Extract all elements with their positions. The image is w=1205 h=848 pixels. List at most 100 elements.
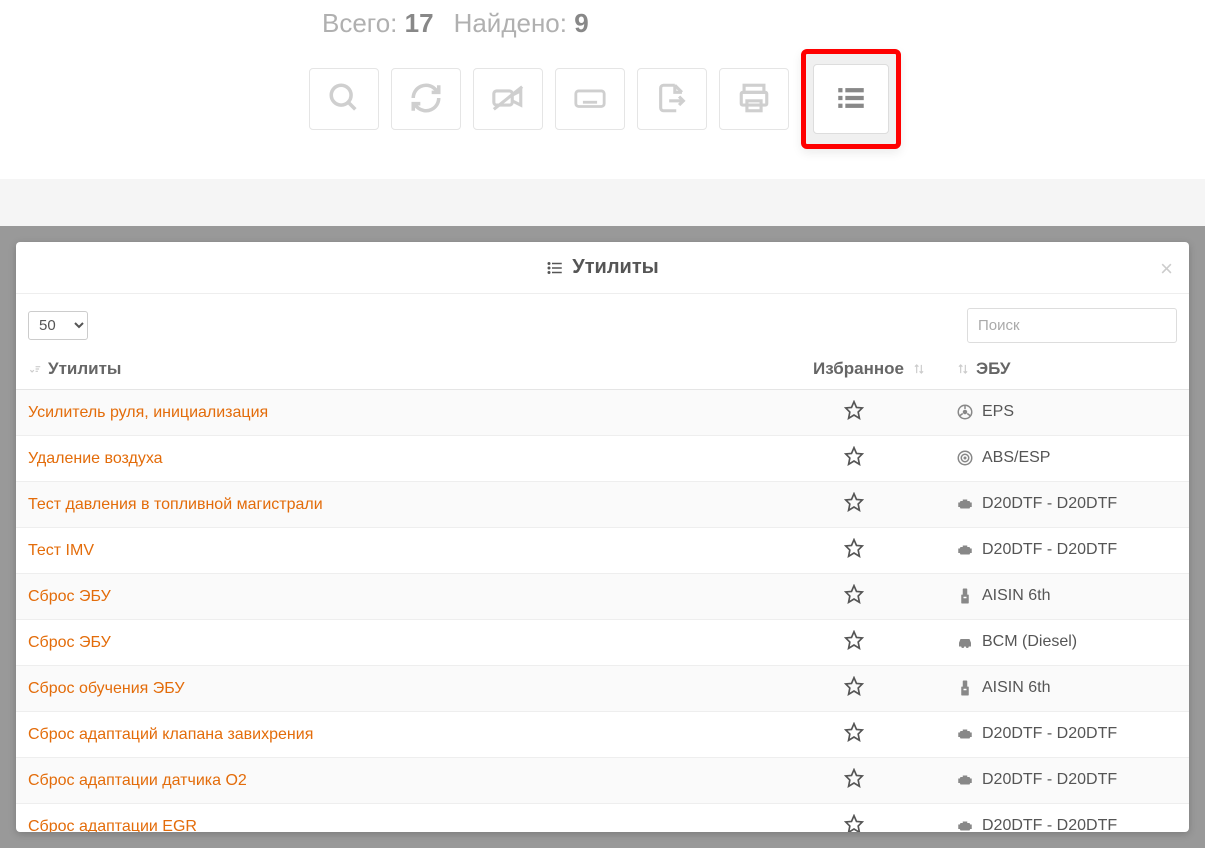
- table-body: Усилитель руля, инициализация EPS Удаление…: [16, 390, 1189, 833]
- export-button[interactable]: [637, 68, 707, 130]
- video-off-button[interactable]: [473, 68, 543, 130]
- engine-icon: [956, 725, 974, 743]
- column-header-favorite[interactable]: Избранное: [764, 353, 944, 390]
- favorite-cell: [764, 712, 944, 758]
- utility-cell: Удаление воздуха: [16, 436, 764, 482]
- page-size-select[interactable]: 102550100: [28, 311, 88, 340]
- ecu-cell: D20DTF - D20DTF: [944, 804, 1189, 833]
- star-icon[interactable]: [844, 538, 864, 558]
- search-input[interactable]: [967, 308, 1177, 343]
- utility-cell: Тест IMV: [16, 528, 764, 574]
- list-button[interactable]: [813, 64, 889, 134]
- table-header-row: Утилиты Избранное: [16, 353, 1189, 390]
- star-icon[interactable]: [844, 400, 864, 420]
- ecu-label: D20DTF - D20DTF: [982, 818, 1117, 832]
- engine-icon: [956, 817, 974, 832]
- star-icon[interactable]: [844, 768, 864, 788]
- utilities-table: Утилиты Избранное: [16, 353, 1189, 832]
- modal-header: Утилиты ×: [16, 242, 1189, 294]
- favorite-cell: [764, 574, 944, 620]
- print-button[interactable]: [719, 68, 789, 130]
- utility-link[interactable]: Сброс адаптации EGR: [28, 818, 197, 833]
- ecu-label: BCM (Diesel): [982, 634, 1077, 651]
- utility-cell: Сброс ЭБУ: [16, 620, 764, 666]
- utility-link[interactable]: Сброс адаптаций клапана завихрения: [28, 726, 313, 743]
- engine-icon: [956, 495, 974, 513]
- utility-cell: Тест давления в топливной магистрали: [16, 482, 764, 528]
- favorite-cell: [764, 436, 944, 482]
- star-icon[interactable]: [844, 814, 864, 832]
- total-value: 17: [405, 8, 434, 38]
- favorite-cell: [764, 390, 944, 436]
- ecu-label: AISIN 6th: [982, 588, 1050, 605]
- table-row: Тест IMV D20DTF - D20DTF: [16, 528, 1189, 574]
- refresh-button[interactable]: [391, 68, 461, 130]
- ecu-label: AISIN 6th: [982, 680, 1050, 697]
- ecu-cell: BCM (Diesel): [944, 620, 1189, 666]
- utility-cell: Сброс адаптации датчика O2: [16, 758, 764, 804]
- ecu-label: D20DTF - D20DTF: [982, 496, 1117, 513]
- list-icon: [546, 259, 564, 277]
- utility-link[interactable]: Тест IMV: [28, 542, 94, 559]
- list-button-highlight: [801, 49, 901, 149]
- star-icon[interactable]: [844, 446, 864, 466]
- top-toolbar-area: Всего: 17 Найдено: 9: [0, 0, 1205, 179]
- target-icon: [956, 449, 974, 467]
- refresh-icon: [409, 81, 443, 118]
- list-icon: [834, 81, 868, 118]
- utility-link[interactable]: Сброс адаптации датчика O2: [28, 772, 247, 789]
- export-icon: [655, 81, 689, 118]
- ecu-label: D20DTF - D20DTF: [982, 726, 1117, 743]
- utility-cell: Сброс обучения ЭБУ: [16, 666, 764, 712]
- ecu-cell: AISIN 6th: [944, 574, 1189, 620]
- column-header-ecu[interactable]: ЭБУ: [944, 353, 1189, 390]
- utility-link[interactable]: Сброс ЭБУ: [28, 588, 111, 605]
- utility-link[interactable]: Удаление воздуха: [28, 450, 163, 467]
- favorite-cell: [764, 482, 944, 528]
- gear-icon: [956, 587, 974, 605]
- video-off-icon: [491, 81, 525, 118]
- ecu-label: EPS: [982, 404, 1014, 421]
- star-icon[interactable]: [844, 630, 864, 650]
- ecu-label: D20DTF - D20DTF: [982, 772, 1117, 789]
- controls-row: 102550100: [16, 294, 1189, 353]
- gear-icon: [956, 679, 974, 697]
- star-icon[interactable]: [844, 722, 864, 742]
- utilities-modal: Утилиты × 102550100 Утилиты: [16, 242, 1189, 832]
- engine-icon: [956, 771, 974, 789]
- favorite-cell: [764, 620, 944, 666]
- favorite-cell: [764, 804, 944, 833]
- print-icon: [737, 81, 771, 118]
- sort-icon: [956, 362, 970, 376]
- utility-cell: Усилитель руля, инициализация: [16, 390, 764, 436]
- star-icon[interactable]: [844, 584, 864, 604]
- modal-title: Утилиты: [572, 256, 658, 279]
- search-button[interactable]: [309, 68, 379, 130]
- ecu-label: ABS/ESP: [982, 450, 1050, 467]
- utility-cell: Сброс адаптаций клапана завихрения: [16, 712, 764, 758]
- ecu-cell: D20DTF - D20DTF: [944, 482, 1189, 528]
- ecu-cell: D20DTF - D20DTF: [944, 528, 1189, 574]
- favorite-cell: [764, 758, 944, 804]
- star-icon[interactable]: [844, 492, 864, 512]
- ecu-cell: EPS: [944, 390, 1189, 436]
- modal-backdrop: Утилиты × 102550100 Утилиты: [0, 226, 1205, 848]
- utility-link[interactable]: Сброс обучения ЭБУ: [28, 680, 185, 697]
- favorite-cell: [764, 528, 944, 574]
- table-row: Сброс обучения ЭБУ AISIN 6th: [16, 666, 1189, 712]
- keyboard-button[interactable]: [555, 68, 625, 130]
- column-header-utility[interactable]: Утилиты: [16, 353, 764, 390]
- ecu-cell: ABS/ESP: [944, 436, 1189, 482]
- table-row: Сброс адаптации EGR D20DTF - D20DTF: [16, 804, 1189, 833]
- utility-link[interactable]: Усилитель руля, инициализация: [28, 404, 268, 421]
- table-row: Сброс ЭБУ BCM (Diesel): [16, 620, 1189, 666]
- star-icon[interactable]: [844, 676, 864, 696]
- keyboard-icon: [573, 81, 607, 118]
- utility-link[interactable]: Сброс ЭБУ: [28, 634, 111, 651]
- found-label: Найдено:: [454, 8, 567, 38]
- close-button[interactable]: ×: [1160, 256, 1173, 282]
- table-row: Усилитель руля, инициализация EPS: [16, 390, 1189, 436]
- utility-link[interactable]: Тест давления в топливной магистрали: [28, 496, 323, 513]
- results-count-row: Всего: 17 Найдено: 9: [0, 0, 1205, 49]
- table-row: Сброс адаптаций клапана завихрения D20DTF…: [16, 712, 1189, 758]
